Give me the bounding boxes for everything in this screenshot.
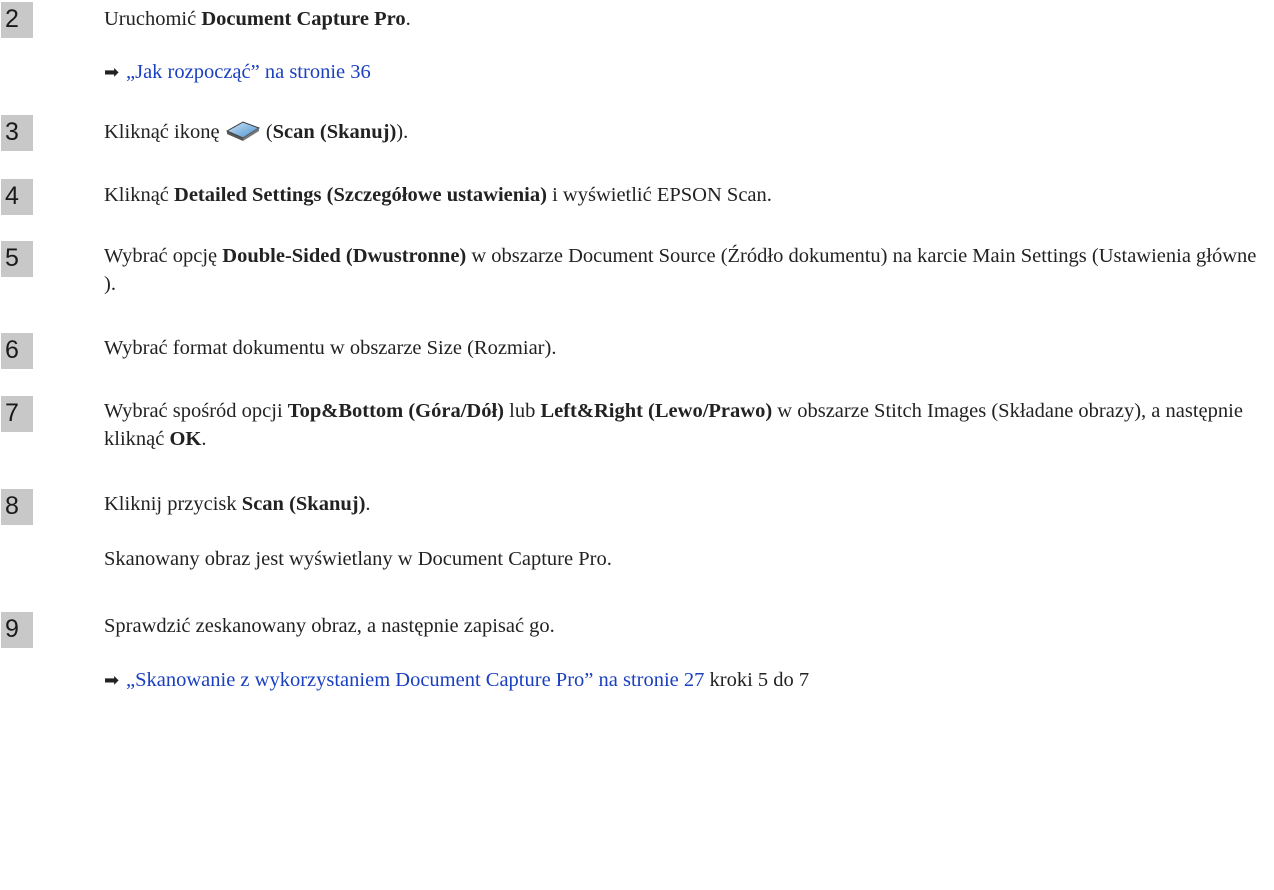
step-text: Wybrać opcję Double-Sided (Dwustronne) w… — [104, 245, 1257, 295]
page-reference-link[interactable]: „Jak rozpocząć” na stronie 36 — [126, 61, 371, 83]
scanner-icon — [225, 121, 260, 141]
step-text: Wybrać spośród opcji Top&Bottom (Góra/Dó… — [104, 400, 1243, 450]
step-number: 7 — [1, 396, 33, 432]
step-text: Sprawdzić zeskanowany obraz, a następnie… — [104, 615, 555, 637]
reference-link-row: ➡ „Jak rozpocząć” na stronie 36 — [104, 58, 371, 87]
step-number: 6 — [1, 333, 33, 369]
step-8-result-text: Skanowany obraz jest wyświetlany w Docum… — [104, 548, 612, 570]
step-number: 8 — [1, 489, 33, 525]
arrow-right-icon: ➡ — [104, 670, 120, 691]
step-text: Uruchomić Document Capture Pro. — [104, 8, 411, 30]
step-text: Wybrać format dokumentu w obszarze Size … — [104, 337, 557, 359]
step-number: 9 — [1, 612, 33, 648]
page-reference-link[interactable]: „Skanowanie z wykorzystaniem Document Ca… — [126, 669, 704, 691]
step-text: Kliknąć ikonę (Scan (Skanuj)). — [104, 118, 1268, 146]
step-text: Kliknij przycisk Scan (Skanuj). — [104, 493, 371, 515]
step-number: 4 — [1, 179, 33, 215]
step-number: 3 — [1, 115, 33, 151]
reference-link-row: ➡ „Skanowanie z wykorzystaniem Document C… — [104, 666, 809, 695]
step-number: 5 — [1, 241, 33, 277]
arrow-right-icon: ➡ — [104, 62, 120, 83]
reference-tail-text: kroki 5 do 7 — [704, 669, 810, 691]
step-number: 2 — [1, 2, 33, 38]
step-text: Kliknąć Detailed Settings (Szczegółowe u… — [104, 184, 772, 206]
